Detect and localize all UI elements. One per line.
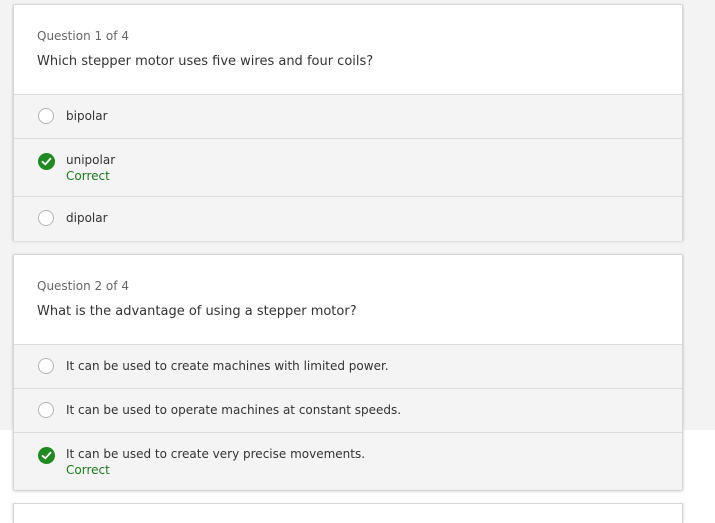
answer-option-bipolar[interactable]: bipolar xyxy=(14,94,682,138)
question-card-2: Question 2 of 4 What is the advantage of… xyxy=(13,254,683,490)
answer-option-constant-speeds[interactable]: It can be used to operate machines at co… xyxy=(14,388,682,432)
correct-feedback: Correct xyxy=(66,169,110,183)
radio-empty-icon[interactable] xyxy=(38,402,54,418)
radio-empty-icon[interactable] xyxy=(38,358,54,374)
answer-option-label: dipolar xyxy=(66,211,108,225)
answer-option-label: It can be used to operate machines at co… xyxy=(66,403,402,417)
radio-empty-icon[interactable] xyxy=(38,210,54,226)
question-card-3 xyxy=(13,503,683,523)
question-card-1: Question 1 of 4 Which stepper motor uses… xyxy=(13,4,683,241)
question-text: What is the advantage of using a stepper… xyxy=(37,304,357,319)
answer-option-unipolar[interactable]: unipolar Correct xyxy=(14,138,682,196)
question-header: Question 1 of 4 Which stepper motor uses… xyxy=(14,5,682,94)
correct-feedback: Correct xyxy=(66,463,110,477)
radio-empty-icon[interactable] xyxy=(38,108,54,124)
answer-option-label: unipolar xyxy=(66,153,116,167)
question-counter: Question 2 of 4 xyxy=(37,279,129,293)
answer-option-precise-movements[interactable]: It can be used to create very precise mo… xyxy=(14,432,682,490)
answer-option-limited-power[interactable]: It can be used to create machines with l… xyxy=(14,344,682,388)
answer-option-label: It can be used to create machines with l… xyxy=(66,359,389,373)
answer-option-label: It can be used to create very precise mo… xyxy=(66,447,366,461)
answer-option-label: bipolar xyxy=(66,109,108,123)
answer-option-dipolar[interactable]: dipolar xyxy=(14,196,682,241)
check-circle-icon[interactable] xyxy=(38,153,55,170)
question-text: Which stepper motor uses five wires and … xyxy=(37,54,374,69)
question-header: Question 2 of 4 What is the advantage of… xyxy=(14,255,682,344)
question-counter: Question 1 of 4 xyxy=(37,29,129,43)
check-circle-icon[interactable] xyxy=(38,447,55,464)
